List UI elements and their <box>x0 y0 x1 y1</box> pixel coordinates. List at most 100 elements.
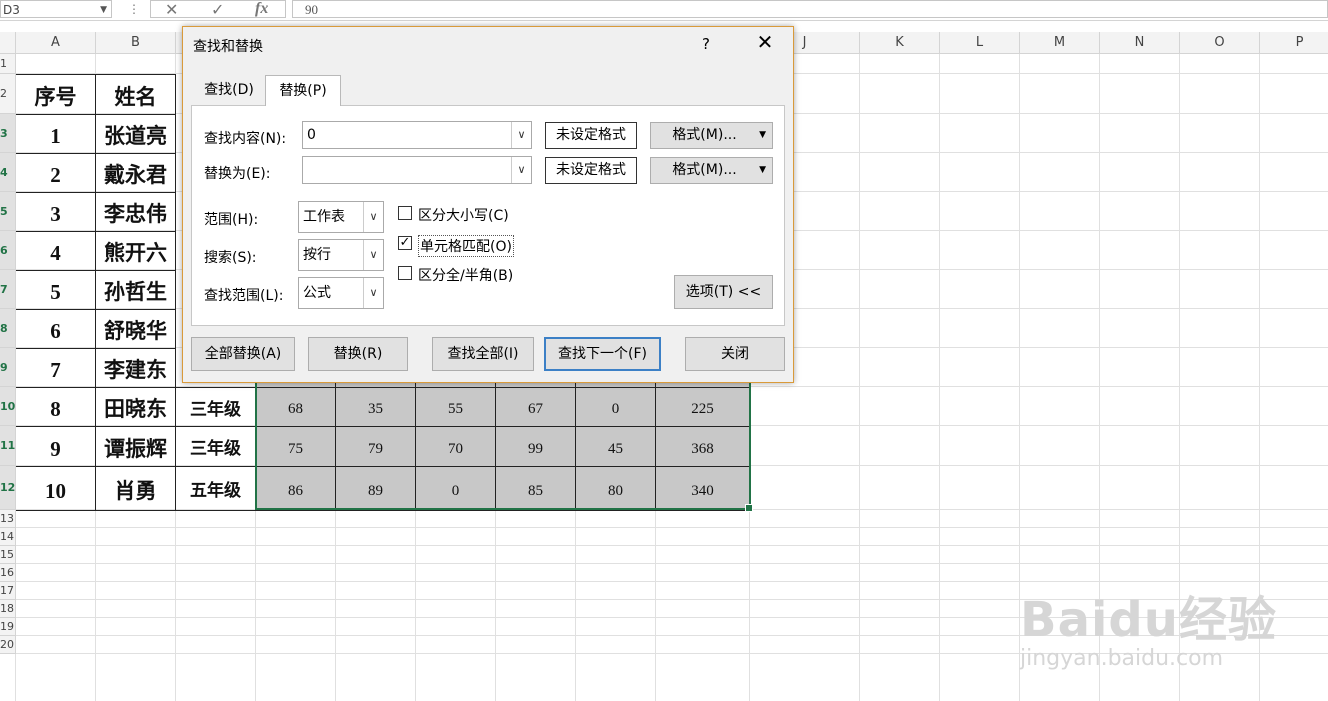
row-header[interactable]: 6 <box>0 231 16 270</box>
match-case-label[interactable]: 区分大小写(C) <box>418 205 509 225</box>
table-cell-score[interactable]: 68 <box>256 388 336 427</box>
table-cell-no[interactable]: 2 <box>16 154 96 193</box>
match-width-label[interactable]: 区分全/半角(B) <box>418 265 513 285</box>
table-cell-score[interactable]: 80 <box>576 467 656 511</box>
table-cell-name[interactable]: 谭振辉 <box>96 427 176 467</box>
row-header[interactable]: 17 <box>0 582 16 600</box>
row-header[interactable]: 3 <box>0 114 16 153</box>
table-cell-score[interactable]: 85 <box>496 467 576 511</box>
table-cell-score[interactable]: 0 <box>576 388 656 427</box>
column-header[interactable]: A <box>16 32 96 54</box>
find-what-input[interactable]: 0 ∨ <box>302 121 532 149</box>
table-cell-score[interactable]: 99 <box>496 427 576 467</box>
table-cell-no[interactable]: 5 <box>16 271 96 310</box>
row-header[interactable]: 14 <box>0 528 16 546</box>
table-cell-no[interactable]: 10 <box>16 467 96 511</box>
row-header[interactable]: 7 <box>0 270 16 309</box>
table-cell-score[interactable]: 225 <box>656 388 750 427</box>
match-cell-checkbox[interactable]: ✓ <box>398 236 412 250</box>
chevron-down-icon[interactable]: ∨ <box>511 122 531 148</box>
column-header[interactable]: N <box>1100 32 1180 54</box>
header-cell-no[interactable]: 序号 <box>16 75 96 115</box>
find-format-button[interactable]: 格式(M)... ▼ <box>650 122 773 149</box>
find-all-button[interactable]: 查找全部(I) <box>432 337 534 371</box>
table-cell-score[interactable]: 368 <box>656 427 750 467</box>
chevron-down-icon[interactable]: ∨ <box>363 202 383 232</box>
table-cell-grade[interactable]: 五年级 <box>176 467 256 511</box>
cancel-icon[interactable]: ✕ <box>165 0 178 19</box>
row-header[interactable]: 2 <box>0 74 16 114</box>
match-width-checkbox[interactable] <box>398 266 412 280</box>
row-header[interactable]: 19 <box>0 618 16 636</box>
table-cell-name[interactable]: 田晓东 <box>96 388 176 427</box>
table-cell-score[interactable]: 45 <box>576 427 656 467</box>
table-cell-name[interactable]: 李忠伟 <box>96 193 176 232</box>
row-header[interactable]: 12 <box>0 466 16 510</box>
table-cell-no[interactable]: 1 <box>16 115 96 154</box>
row-header[interactable]: 15 <box>0 546 16 564</box>
select-all-corner[interactable] <box>0 32 16 54</box>
row-header[interactable]: 20 <box>0 636 16 654</box>
row-header[interactable]: 13 <box>0 510 16 528</box>
chevron-down-icon[interactable]: ▼ <box>100 1 107 19</box>
table-cell-name[interactable]: 孙哲生 <box>96 271 176 310</box>
table-cell-grade[interactable]: 三年级 <box>176 388 256 427</box>
column-header[interactable]: M <box>1020 32 1100 54</box>
formula-input[interactable]: 90 <box>292 0 1328 18</box>
replace-with-input[interactable]: ∨ <box>302 156 532 184</box>
table-cell-score[interactable]: 75 <box>256 427 336 467</box>
column-header[interactable]: K <box>860 32 940 54</box>
dropdown-arrow-icon[interactable]: ▼ <box>759 123 766 148</box>
column-header[interactable]: L <box>940 32 1020 54</box>
enter-icon[interactable]: ✓ <box>211 0 224 19</box>
table-cell-no[interactable]: 7 <box>16 349 96 388</box>
table-cell-score[interactable]: 67 <box>496 388 576 427</box>
replace-all-button[interactable]: 全部替换(A) <box>191 337 295 371</box>
table-cell-grade[interactable]: 三年级 <box>176 427 256 467</box>
table-cell-name[interactable]: 熊开六 <box>96 232 176 271</box>
column-header[interactable]: P <box>1260 32 1328 54</box>
table-cell-no[interactable]: 8 <box>16 388 96 427</box>
close-icon[interactable]: ✕ <box>754 31 776 53</box>
replace-format-button[interactable]: 格式(M)... ▼ <box>650 157 773 184</box>
lookin-select[interactable]: 公式 ∨ <box>298 277 384 309</box>
row-header[interactable]: 8 <box>0 309 16 348</box>
row-header[interactable]: 9 <box>0 348 16 387</box>
table-cell-score[interactable]: 0 <box>416 467 496 511</box>
table-cell-name[interactable]: 戴永君 <box>96 154 176 193</box>
options-button[interactable]: 选项(T) << <box>674 275 773 309</box>
close-button[interactable]: 关闭 <box>685 337 785 371</box>
table-cell-name[interactable]: 李建东 <box>96 349 176 388</box>
table-cell-name[interactable]: 肖勇 <box>96 467 176 511</box>
column-header[interactable]: O <box>1180 32 1260 54</box>
header-cell-name[interactable]: 姓名 <box>96 75 176 115</box>
table-cell-no[interactable]: 4 <box>16 232 96 271</box>
row-header[interactable]: 16 <box>0 564 16 582</box>
table-cell-name[interactable]: 张道亮 <box>96 115 176 154</box>
table-cell-score[interactable]: 35 <box>336 388 416 427</box>
chevron-down-icon[interactable]: ∨ <box>511 157 531 183</box>
tab-replace[interactable]: 替换(P) <box>265 75 341 106</box>
scope-select[interactable]: 工作表 ∨ <box>298 201 384 233</box>
table-cell-score[interactable]: 79 <box>336 427 416 467</box>
table-cell-score[interactable]: 89 <box>336 467 416 511</box>
match-case-checkbox[interactable] <box>398 206 412 220</box>
row-header[interactable]: 5 <box>0 192 16 231</box>
table-cell-score[interactable]: 70 <box>416 427 496 467</box>
table-cell-score[interactable]: 86 <box>256 467 336 511</box>
table-cell-name[interactable]: 舒晓华 <box>96 310 176 349</box>
find-next-button[interactable]: 查找下一个(F) <box>544 337 661 371</box>
row-header[interactable]: 11 <box>0 426 16 466</box>
replace-button[interactable]: 替换(R) <box>308 337 408 371</box>
table-cell-no[interactable]: 9 <box>16 427 96 467</box>
help-button[interactable]: ? <box>702 35 710 53</box>
table-cell-no[interactable]: 3 <box>16 193 96 232</box>
row-header[interactable]: 4 <box>0 153 16 192</box>
match-cell-label[interactable]: 单元格匹配(O) <box>418 235 514 257</box>
dropdown-arrow-icon[interactable]: ▼ <box>759 158 766 183</box>
row-header[interactable]: 1 <box>0 54 16 74</box>
search-select[interactable]: 按行 ∨ <box>298 239 384 271</box>
chevron-down-icon[interactable]: ∨ <box>363 240 383 270</box>
table-cell-score[interactable]: 55 <box>416 388 496 427</box>
chevron-down-icon[interactable]: ∨ <box>363 278 383 308</box>
